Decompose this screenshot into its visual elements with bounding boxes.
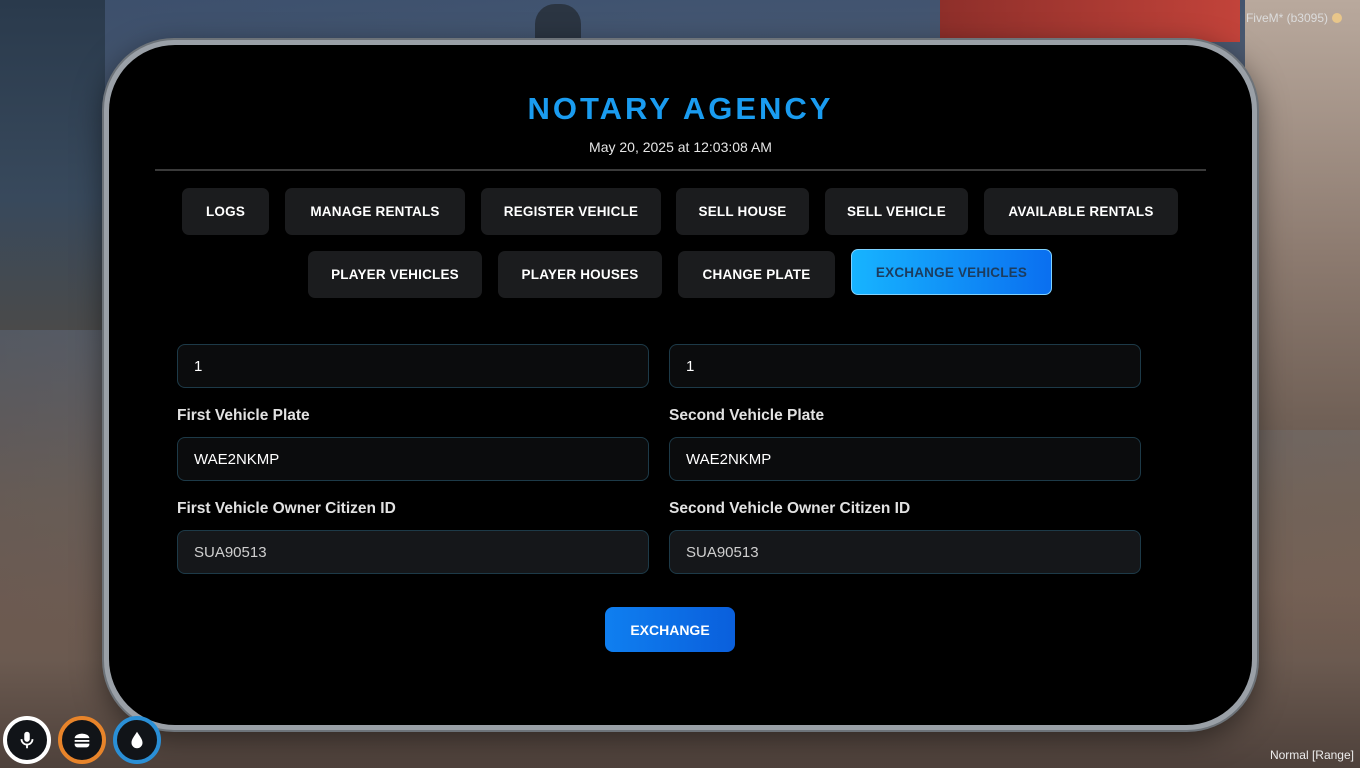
tab-player-vehicles[interactable]: PLAYER VEHICLES	[308, 251, 482, 298]
tab-player-houses[interactable]: PLAYER HOUSES	[498, 251, 662, 298]
background-tower	[535, 4, 581, 44]
client-version-label: FiveM* (b3095)	[1246, 11, 1342, 25]
header-divider	[155, 169, 1206, 171]
tab-exchange-vehicles[interactable]: EXCHANGE VEHICLES	[851, 249, 1052, 295]
tab-manage-rentals[interactable]: MANAGE RENTALS	[285, 188, 465, 235]
water-drop-icon	[131, 731, 143, 749]
exchange-button[interactable]: EXCHANGE	[605, 607, 735, 652]
tablet-screen: NOTARY AGENCY May 20, 2025 at 12:03:08 A…	[109, 45, 1252, 725]
second-owner-input[interactable]	[669, 530, 1141, 574]
tab-available-rentals[interactable]: AVAILABLE RENTALS	[984, 188, 1178, 235]
tab-sell-house[interactable]: SELL HOUSE	[676, 188, 809, 235]
second-plate-label: Second Vehicle Plate	[669, 407, 825, 424]
first-owner-input[interactable]	[177, 530, 649, 574]
hunger-status	[58, 716, 106, 764]
burger-icon	[74, 733, 90, 748]
first-plate-input[interactable]	[177, 437, 649, 481]
tab-logs[interactable]: LOGS	[182, 188, 269, 235]
second-plate-input[interactable]	[669, 437, 1141, 481]
tablet-frame: NOTARY AGENCY May 20, 2025 at 12:03:08 A…	[104, 40, 1257, 730]
background-red-awning	[940, 0, 1240, 42]
first-owner-label: First Vehicle Owner Citizen ID	[177, 500, 396, 517]
tab-sell-vehicle[interactable]: SELL VEHICLE	[825, 188, 968, 235]
current-datetime: May 20, 2025 at 12:03:08 AM	[589, 139, 772, 155]
voice-mode-label: Normal [Range]	[1269, 748, 1354, 762]
second-owner-label: Second Vehicle Owner Citizen ID	[669, 500, 911, 517]
background-building-left	[0, 0, 105, 330]
first-vehicle-id-input[interactable]	[177, 344, 649, 388]
background-building-right	[1245, 0, 1360, 430]
voice-status	[3, 716, 51, 764]
thirst-status	[113, 716, 161, 764]
fivem-logo-icon	[1332, 13, 1342, 23]
tab-register-vehicle[interactable]: REGISTER VEHICLE	[481, 188, 661, 235]
page-title: NOTARY AGENCY	[527, 91, 834, 126]
first-plate-label: First Vehicle Plate	[177, 407, 310, 424]
second-vehicle-id-input[interactable]	[669, 344, 1141, 388]
microphone-icon	[20, 731, 34, 749]
tab-change-plate[interactable]: CHANGE PLATE	[678, 251, 835, 298]
client-version-text: FiveM* (b3095)	[1245, 11, 1328, 25]
